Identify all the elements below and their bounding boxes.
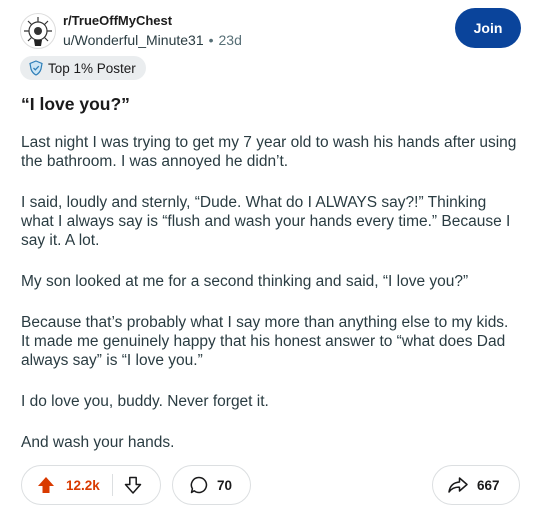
post-meta: u/Wonderful_Minute31 • 23d: [63, 32, 242, 48]
subreddit-avatar-icon[interactable]: [20, 13, 56, 49]
body-paragraph: And wash your hands.: [21, 434, 175, 451]
post-body: Last night I was trying to get my 7 year…: [21, 133, 521, 474]
body-paragraph: Because that’s probably what I say more …: [21, 314, 509, 369]
comments-button[interactable]: 70: [172, 465, 251, 505]
body-paragraph: Last night I was trying to get my 7 year…: [21, 134, 517, 170]
comment-bubble-icon: [190, 476, 208, 494]
upvote-arrow-icon[interactable]: [36, 475, 56, 495]
shield-badge-icon: [29, 60, 43, 76]
user-flair-badge: Top 1% Poster: [20, 56, 146, 80]
vote-control: 12.2k: [21, 465, 161, 505]
share-count: 667: [477, 477, 500, 493]
post-title[interactable]: “I love you?”: [21, 94, 130, 115]
meta-separator: •: [208, 32, 214, 48]
join-button[interactable]: Join: [455, 8, 521, 48]
body-paragraph: I said, loudly and sternly, “Dude. What …: [21, 194, 511, 249]
flair-label: Top 1% Poster: [48, 60, 136, 76]
subreddit-name[interactable]: r/TrueOffMyChest: [63, 13, 172, 28]
body-paragraph: My son looked at me for a second thinkin…: [21, 273, 469, 290]
body-paragraph: I do love you, buddy. Never forget it.: [21, 393, 269, 410]
post-header: r/TrueOffMyChest u/Wonderful_Minute31 • 23…: [18, 8, 522, 52]
share-button[interactable]: 667: [432, 465, 520, 505]
vote-score: 12.2k: [66, 477, 100, 493]
post-actions: 12.2k 70 667: [20, 465, 520, 505]
author-link[interactable]: u/Wonderful_Minute31: [63, 32, 204, 48]
post-age: 23d: [218, 32, 242, 48]
downvote-arrow-icon[interactable]: [123, 475, 143, 495]
share-arrow-icon: [448, 477, 468, 493]
vote-divider: [111, 474, 113, 496]
comments-count: 70: [217, 477, 233, 493]
